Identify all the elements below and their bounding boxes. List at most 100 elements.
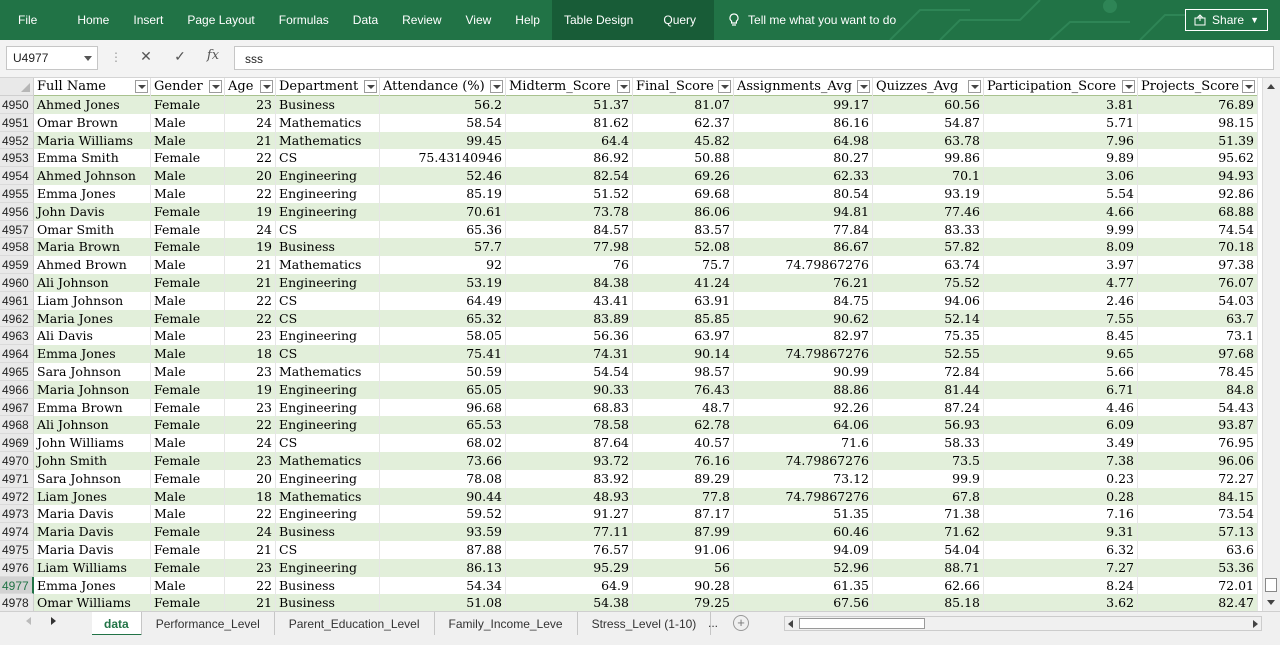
table-cell[interactable]: 93.59	[380, 523, 506, 541]
table-cell[interactable]: 20	[225, 167, 276, 185]
table-cell[interactable]: 76.21	[734, 273, 873, 292]
table-cell[interactable]: 58.05	[380, 327, 506, 346]
table-cell[interactable]: 73.66	[380, 451, 506, 470]
table-cell[interactable]: 19	[225, 238, 276, 257]
table-cell[interactable]: Maria Williams	[34, 131, 151, 150]
table-cell[interactable]: Emma Jones	[34, 576, 151, 595]
table-cell[interactable]: 65.53	[380, 416, 506, 435]
table-cell[interactable]: Ali Johnson	[34, 416, 151, 435]
table-cell[interactable]: 63.91	[633, 291, 734, 310]
table-cell[interactable]: 57.13	[1138, 523, 1258, 541]
table-cell[interactable]: 63.74	[873, 256, 984, 274]
table-cell[interactable]: 83.57	[633, 220, 734, 239]
column-header[interactable]: Quizzes_Avg	[873, 78, 984, 96]
table-cell[interactable]: Male	[151, 131, 225, 150]
table-cell[interactable]: 95.62	[1138, 149, 1258, 168]
table-cell[interactable]: 74.79867276	[734, 345, 873, 363]
table-cell[interactable]: 56.2	[380, 96, 506, 114]
filter-dropdown-icon[interactable]	[617, 80, 630, 93]
table-cell[interactable]: 67.8	[873, 487, 984, 506]
table-cell[interactable]: 64.06	[734, 416, 873, 435]
table-cell[interactable]: 99.86	[873, 149, 984, 168]
table-cell[interactable]: 52.96	[734, 558, 873, 577]
row-number[interactable]: 4963	[0, 327, 34, 346]
table-cell[interactable]: 21	[225, 594, 276, 611]
table-cell[interactable]: 18	[225, 345, 276, 363]
table-cell[interactable]: Ali Davis	[34, 327, 151, 346]
table-cell[interactable]: Engineering	[276, 416, 380, 435]
table-cell[interactable]: 57.82	[873, 238, 984, 257]
table-cell[interactable]: 67.56	[734, 594, 873, 611]
table-cell[interactable]: 90.99	[734, 362, 873, 381]
more-sheets-button[interactable]: ...	[708, 616, 718, 630]
table-cell[interactable]: CS	[276, 220, 380, 239]
previous-sheet-icon[interactable]	[26, 617, 31, 625]
table-cell[interactable]: 6.71	[984, 380, 1138, 399]
table-cell[interactable]: Emma Jones	[34, 184, 151, 203]
table-cell[interactable]: 77.11	[506, 523, 633, 541]
table-cell[interactable]: 70.61	[380, 202, 506, 221]
table-cell[interactable]: Female	[151, 398, 225, 417]
table-cell[interactable]: 94.06	[873, 291, 984, 310]
table-cell[interactable]: 96.68	[380, 398, 506, 417]
table-cell[interactable]: 75.43140946	[380, 149, 506, 168]
table-cell[interactable]: 8.09	[984, 238, 1138, 257]
column-header[interactable]: Assignments_Avg	[734, 78, 873, 96]
table-cell[interactable]: 56	[633, 558, 734, 577]
table-cell[interactable]: 62.66	[873, 576, 984, 595]
table-cell[interactable]: 99.9	[873, 469, 984, 488]
table-cell[interactable]: 63.7	[1138, 309, 1258, 328]
tell-me-box[interactable]: Tell me what you want to do	[728, 13, 896, 27]
table-cell[interactable]: 90.14	[633, 345, 734, 363]
table-cell[interactable]: 81.62	[506, 113, 633, 132]
table-cell[interactable]: 84.8	[1138, 380, 1258, 399]
table-cell[interactable]: Engineering	[276, 558, 380, 577]
row-number[interactable]: 4960	[0, 273, 34, 292]
cancel-icon[interactable]: ✕	[136, 48, 156, 65]
table-cell[interactable]: 92	[380, 256, 506, 274]
table-cell[interactable]: Maria Brown	[34, 238, 151, 257]
table-cell[interactable]: Female	[151, 594, 225, 611]
table-cell[interactable]: 7.27	[984, 558, 1138, 577]
table-cell[interactable]: 78.45	[1138, 362, 1258, 381]
table-cell[interactable]: 88.86	[734, 380, 873, 399]
table-cell[interactable]: 97.38	[1138, 256, 1258, 274]
table-cell[interactable]: 59.52	[380, 505, 506, 524]
table-cell[interactable]: 69.26	[633, 167, 734, 185]
table-cell[interactable]: 23	[225, 398, 276, 417]
ribbon-tab-home[interactable]: Home	[65, 0, 121, 40]
table-cell[interactable]: Omar Williams	[34, 594, 151, 611]
table-cell[interactable]: 3.49	[984, 434, 1138, 452]
table-cell[interactable]: Male	[151, 256, 225, 274]
table-cell[interactable]: Female	[151, 149, 225, 168]
table-cell[interactable]: 89.29	[633, 469, 734, 488]
ribbon-tab-review[interactable]: Review	[390, 0, 453, 40]
table-cell[interactable]: 76	[506, 256, 633, 274]
ribbon-tab-table-design[interactable]: Table Design	[551, 0, 646, 40]
table-cell[interactable]: 86.06	[633, 202, 734, 221]
table-cell[interactable]: 93.72	[506, 451, 633, 470]
table-cell[interactable]: 23	[225, 451, 276, 470]
table-cell[interactable]: 8.45	[984, 327, 1138, 346]
table-cell[interactable]: 3.62	[984, 594, 1138, 611]
sheet-tab-parent-education-level[interactable]: Parent_Education_Level	[275, 612, 435, 636]
ribbon-tab-file[interactable]: File	[0, 0, 65, 40]
table-cell[interactable]: Emma Smith	[34, 149, 151, 168]
filter-dropdown-icon[interactable]	[260, 80, 273, 93]
row-number[interactable]: 4959	[0, 256, 34, 274]
chevron-down-icon[interactable]	[84, 56, 92, 61]
table-cell[interactable]: 18	[225, 487, 276, 506]
table-cell[interactable]: Engineering	[276, 273, 380, 292]
table-cell[interactable]: 63.97	[633, 327, 734, 346]
table-cell[interactable]: 85.85	[633, 309, 734, 328]
table-cell[interactable]: Mathematics	[276, 362, 380, 381]
table-cell[interactable]: 9.99	[984, 220, 1138, 239]
table-cell[interactable]: 86.16	[734, 113, 873, 132]
table-cell[interactable]: 24	[225, 113, 276, 132]
table-cell[interactable]: 70.1	[873, 167, 984, 185]
table-cell[interactable]: 84.57	[506, 220, 633, 239]
table-cell[interactable]: 77.46	[873, 202, 984, 221]
table-cell[interactable]: 52.55	[873, 345, 984, 363]
add-sheet-button[interactable]: +	[733, 615, 749, 631]
table-cell[interactable]: 24	[225, 523, 276, 541]
